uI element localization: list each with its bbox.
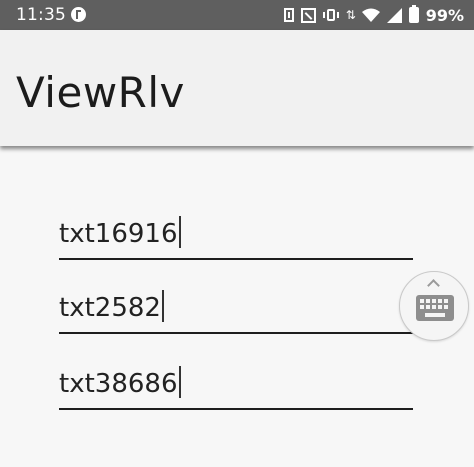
text-field-3[interactable]: txt38686 xyxy=(59,366,413,410)
text-cursor xyxy=(178,216,181,248)
keyboard-toggle-button[interactable] xyxy=(399,271,469,341)
signal-icon xyxy=(386,7,402,23)
data-arrows-icon: ⇅ xyxy=(345,8,356,22)
page-title: ViewRlv xyxy=(16,68,185,117)
wifi-icon xyxy=(361,8,380,22)
status-bar: 11:35 ⇅ 99% xyxy=(0,0,474,30)
chevron-up-icon xyxy=(427,279,440,292)
battery-icon xyxy=(408,5,419,23)
text-cursor xyxy=(161,290,164,322)
status-icons: ⇅ 99% xyxy=(283,5,464,25)
status-time: 11:35 xyxy=(16,5,66,25)
text-field-2[interactable]: txt2582 xyxy=(59,290,413,334)
text-field-value: txt16916 xyxy=(59,219,178,249)
text-field-1[interactable]: txt16916 xyxy=(59,216,413,260)
f-app-icon xyxy=(71,7,86,22)
sim-icon xyxy=(283,8,294,22)
text-field-value: txt38686 xyxy=(59,369,178,399)
keyboard-icon xyxy=(416,295,454,321)
app-bar: ViewRlv xyxy=(0,30,474,146)
vibrate-icon xyxy=(322,9,339,21)
text-field-value: txt2582 xyxy=(59,293,161,323)
text-cursor xyxy=(178,366,181,398)
nfc-icon xyxy=(300,7,316,23)
battery-percent: 99% xyxy=(425,5,464,25)
